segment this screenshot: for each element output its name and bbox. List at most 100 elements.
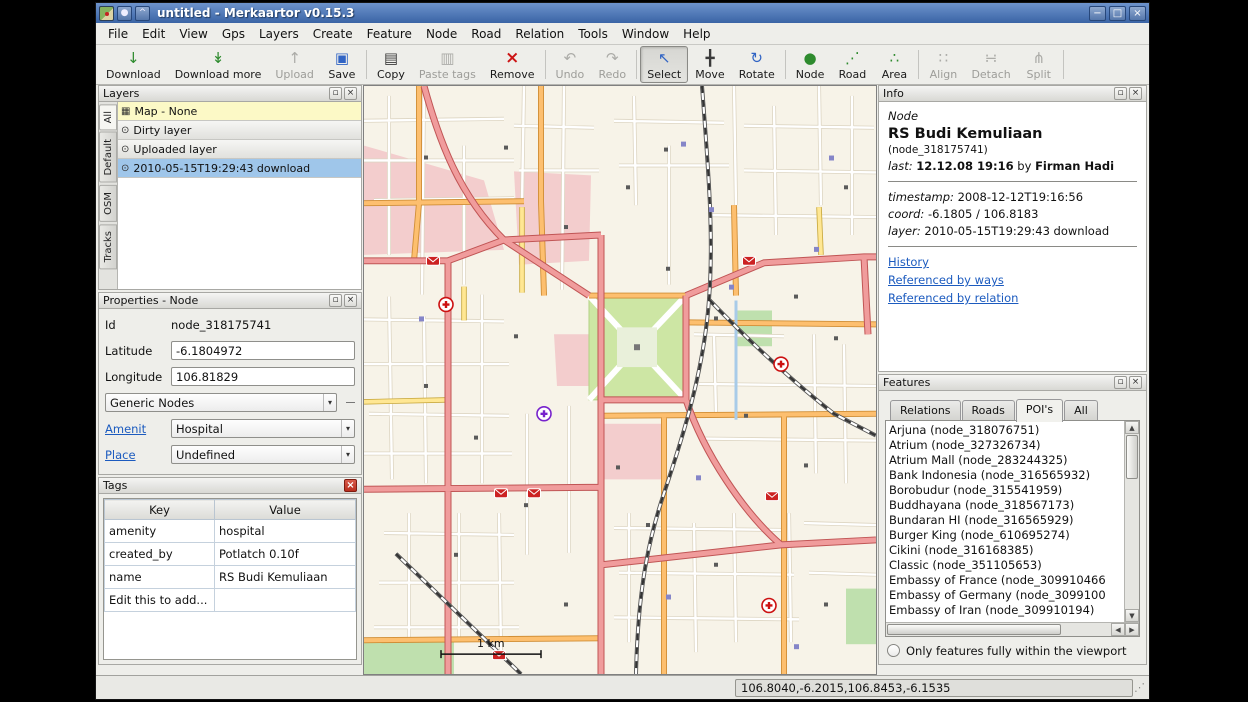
move-button[interactable]: ╋ Move <box>688 46 732 83</box>
list-item[interactable]: Cikini (node_316168385) <box>889 543 1124 558</box>
dock-close-icon[interactable]: × <box>1129 376 1142 389</box>
area-button[interactable]: ∴ Area <box>873 46 915 83</box>
list-item[interactable]: Borobudur (node_315541959) <box>889 483 1124 498</box>
layers-tab-all[interactable]: All <box>99 104 117 130</box>
redo-button[interactable]: ↷ Redo <box>591 46 633 83</box>
layer-item-map-none[interactable]: ▦ Map - None <box>118 102 361 121</box>
list-item[interactable]: Embassy of Germany (node_3099100 <box>889 588 1124 603</box>
menu-relation[interactable]: Relation <box>508 24 571 44</box>
titlebar[interactable]: ● ^ untitled - Merkaartor v0.15.3 − □ × <box>96 3 1149 23</box>
close-button[interactable]: × <box>1129 6 1146 21</box>
list-item[interactable]: Bank Indonesia (node_316565932) <box>889 468 1124 483</box>
list-item[interactable]: Atrium Mall (node_283244325) <box>889 453 1124 468</box>
tab-pois[interactable]: POI's <box>1016 399 1063 422</box>
dock-float-icon[interactable]: ▫ <box>1114 87 1127 100</box>
post-office-icon[interactable] <box>427 256 440 265</box>
hospital-icon[interactable] <box>439 298 453 312</box>
rotate-button[interactable]: ↻ Rotate <box>732 46 782 83</box>
selected-node-icon[interactable] <box>537 407 551 421</box>
table-row[interactable]: Edit this to add... <box>105 589 356 612</box>
dock-close-icon[interactable]: × <box>1129 87 1142 100</box>
history-link[interactable]: History <box>888 255 1137 269</box>
dock-float-icon[interactable]: ▫ <box>1114 376 1127 389</box>
list-item[interactable]: Buddhayana (node_318567173) <box>889 498 1124 513</box>
eye-icon[interactable]: ⊙ <box>121 125 129 136</box>
amenity-combo[interactable]: Hospital ▾ <box>171 419 355 438</box>
menu-window[interactable]: Window <box>615 24 676 44</box>
menu-edit[interactable]: Edit <box>135 24 172 44</box>
minimize-button[interactable]: − <box>1089 6 1106 21</box>
titlebar-pin-icon[interactable]: ● <box>117 6 132 21</box>
post-office-icon[interactable] <box>528 489 541 498</box>
road-button[interactable]: ⋰ Road <box>831 46 873 83</box>
menu-layers[interactable]: Layers <box>252 24 306 44</box>
list-item[interactable]: Burger King (node_610695274) <box>889 528 1124 543</box>
maximize-button[interactable]: □ <box>1109 6 1126 21</box>
remove-button[interactable]: × Remove <box>483 46 542 83</box>
place-link[interactable]: Place <box>105 448 165 462</box>
layer-item-uploaded[interactable]: ⊙ Uploaded layer <box>118 140 361 159</box>
tags-value-header[interactable]: Value <box>215 500 356 520</box>
referenced-by-relation-link[interactable]: Referenced by relation <box>888 291 1137 305</box>
download-button[interactable]: ↓ Download <box>99 46 168 83</box>
post-office-icon[interactable] <box>743 256 756 265</box>
list-item[interactable]: Bundaran HI (node_316565929) <box>889 513 1124 528</box>
hospital-icon[interactable] <box>762 599 776 613</box>
copy-button[interactable]: ▤ Copy <box>370 46 412 83</box>
scroll-right-icon[interactable]: ▶ <box>1125 623 1139 636</box>
tags-close-icon[interactable]: × <box>344 479 357 492</box>
upload-button[interactable]: ↑ Upload <box>268 46 321 83</box>
place-combo[interactable]: Undefined ▾ <box>171 445 355 464</box>
select-button[interactable]: ↖ Select <box>640 46 688 83</box>
scroll-down-icon[interactable]: ▼ <box>1125 609 1139 622</box>
eye-icon[interactable]: ⊙ <box>121 163 129 174</box>
dock-close-icon[interactable]: × <box>344 87 357 100</box>
paste-tags-button[interactable]: ▥ Paste tags <box>412 46 483 83</box>
list-item[interactable]: Atrium (node_327326734) <box>889 438 1124 453</box>
post-office-icon[interactable] <box>766 492 779 501</box>
post-office-icon[interactable] <box>493 651 506 660</box>
menu-gps[interactable]: Gps <box>215 24 252 44</box>
table-row[interactable]: amenity hospital <box>105 520 356 543</box>
align-button[interactable]: ∷ Align <box>922 46 964 83</box>
menu-create[interactable]: Create <box>306 24 360 44</box>
tags-key-header[interactable]: Key <box>105 500 215 520</box>
longitude-field[interactable] <box>171 367 355 386</box>
save-button[interactable]: ▣ Save <box>321 46 363 83</box>
dock-close-icon[interactable]: × <box>344 294 357 307</box>
map-view[interactable]: 1 km <box>363 85 877 675</box>
table-row[interactable]: name RS Budi Kemuliaan <box>105 566 356 589</box>
layer-item-dirty[interactable]: ⊙ Dirty layer <box>118 121 361 140</box>
scrollbar-thumb[interactable] <box>1126 435 1138 479</box>
detach-button[interactable]: ∺ Detach <box>964 46 1017 83</box>
vertical-scrollbar[interactable]: ▲ ▼ <box>1124 421 1139 622</box>
download-more-button[interactable]: ↡ Download more <box>168 46 269 83</box>
hospital-icon[interactable] <box>774 357 788 371</box>
node-button[interactable]: ● Node <box>789 46 832 83</box>
list-item[interactable]: Embassy of France (node_309910466 <box>889 573 1124 588</box>
list-item[interactable]: Arjuna (node_318076751) <box>889 423 1124 438</box>
referenced-by-ways-link[interactable]: Referenced by ways <box>888 273 1137 287</box>
dock-float-icon[interactable]: ▫ <box>329 294 342 307</box>
scroll-left-icon[interactable]: ◀ <box>1111 623 1125 636</box>
menu-help[interactable]: Help <box>676 24 717 44</box>
amenity-link[interactable]: Amenit <box>105 422 165 436</box>
menu-file[interactable]: File <box>101 24 135 44</box>
tab-all[interactable]: All <box>1064 400 1098 421</box>
eye-icon[interactable]: ⊙ <box>121 144 129 155</box>
layers-tab-osm[interactable]: OSM <box>99 185 117 222</box>
undo-button[interactable]: ↶ Undo <box>549 46 592 83</box>
menu-tools[interactable]: Tools <box>571 24 615 44</box>
list-item[interactable]: Classic (node_351105653) <box>889 558 1124 573</box>
titlebar-shade-icon[interactable]: ^ <box>135 6 150 21</box>
latitude-field[interactable] <box>171 341 355 360</box>
dock-float-icon[interactable]: ▫ <box>329 87 342 100</box>
resize-grip-icon[interactable]: ⋰ <box>1133 680 1146 696</box>
menu-road[interactable]: Road <box>464 24 508 44</box>
viewport-coordinates-field[interactable]: 106.8040,-6.2015,106.8453,-6.1535 <box>735 679 1133 697</box>
node-type-combo[interactable]: Generic Nodes ▾ <box>105 393 337 412</box>
tab-roads[interactable]: Roads <box>962 400 1015 421</box>
horizontal-scrollbar[interactable]: ◀ ▶ <box>886 622 1139 636</box>
split-button[interactable]: ⋔ Split <box>1018 46 1060 83</box>
menu-feature[interactable]: Feature <box>360 24 419 44</box>
